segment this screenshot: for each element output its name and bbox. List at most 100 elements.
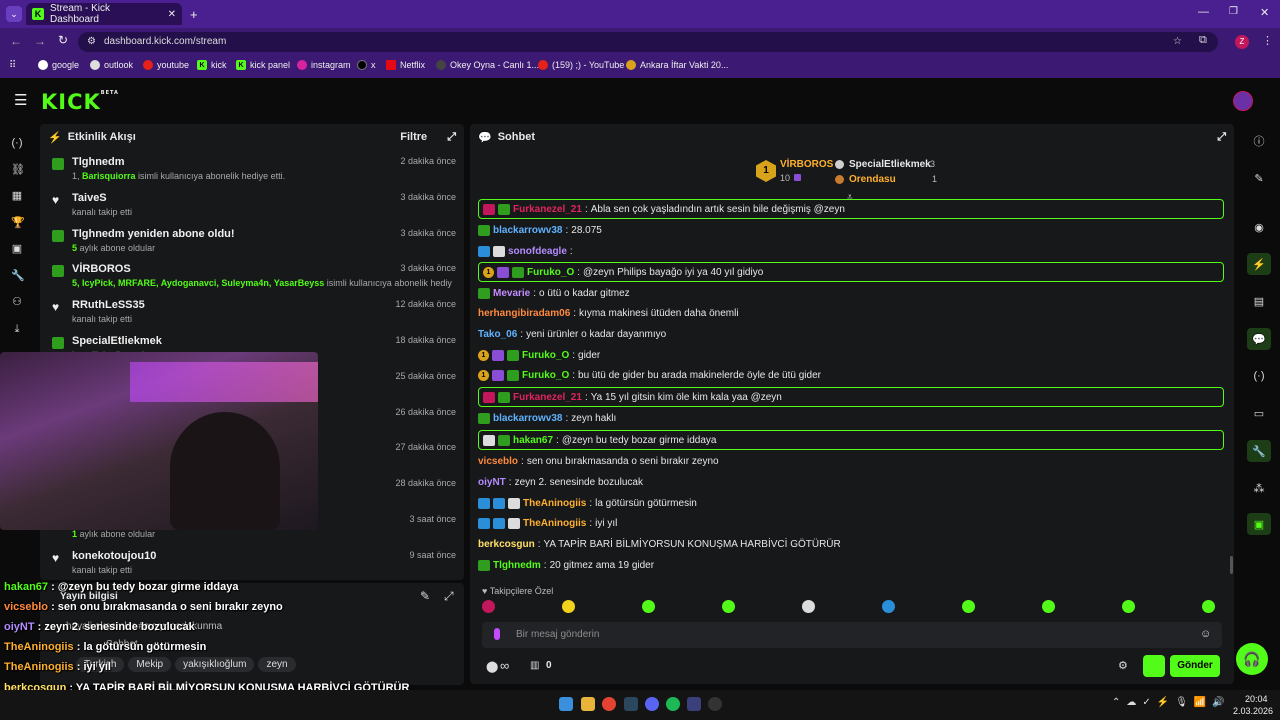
- top-gifter-name[interactable]: VİRBOROS: [780, 159, 833, 170]
- points-icon[interactable]: ⬤: [486, 660, 498, 673]
- activity-event[interactable]: ♥ RRuthLeSS35 kanalı takip etti 12 dakika ö…: [40, 295, 464, 331]
- activity-event[interactable]: Tlghnedm yeniden abone oldu! 5 aylık abon…: [40, 224, 464, 260]
- event-detail-users[interactable]: 5, IcyPick, MRFARE, Aydoganavci, Suleyma…: [72, 278, 324, 288]
- bookmark-outlook[interactable]: outlook: [90, 60, 133, 70]
- chat-username[interactable]: berkcosgun: [478, 539, 535, 550]
- bookmark-google[interactable]: google: [38, 60, 79, 70]
- second-gifter-name[interactable]: SpecialEtliekmek: [849, 159, 931, 170]
- bookmark-instagram[interactable]: instagram: [297, 60, 351, 70]
- maximize-button[interactable]: ❐: [1229, 6, 1238, 17]
- microphone-icon[interactable]: [494, 628, 500, 640]
- hamburger-menu-icon[interactable]: ☰: [14, 91, 27, 109]
- chat-username[interactable]: vicseblo: [478, 456, 518, 467]
- kick-logo[interactable]: KICKBETA: [41, 90, 119, 114]
- document-icon[interactable]: ▤: [1247, 290, 1271, 312]
- tray-icons[interactable]: ⌃☁✓⚡🎙📶🔊: [1112, 697, 1231, 708]
- wrench-icon[interactable]: 🔧: [11, 270, 25, 282]
- reload-icon[interactable]: ↻: [58, 33, 68, 47]
- chat-username[interactable]: Tlghnedm: [493, 560, 541, 571]
- app-extension-icon[interactable]: ▣: [1247, 513, 1271, 535]
- third-gifter-name[interactable]: Orendasu: [849, 174, 896, 185]
- activity-event[interactable]: VİRBOROS 5, IcyPick, MRFARE, Aydoganavci,…: [40, 259, 464, 295]
- upload-icon[interactable]: ⤓: [11, 323, 23, 335]
- edit-icon[interactable]: ✎: [420, 589, 430, 603]
- chat-settings-icon[interactable]: ⚙: [1118, 659, 1128, 672]
- apps-icon[interactable]: ⠿: [9, 60, 16, 71]
- link-icon[interactable]: ⛓: [11, 164, 25, 176]
- info-icon[interactable]: ⓘ: [1247, 130, 1271, 152]
- popout-icon[interactable]: ⤢: [447, 131, 456, 144]
- chat-input[interactable]: Bir mesaj gönderin ☺: [482, 622, 1222, 648]
- obs-icon[interactable]: [708, 697, 722, 711]
- event-user[interactable]: Tlghnedm: [72, 156, 125, 168]
- new-tab-button[interactable]: +: [190, 7, 198, 22]
- bookmark-okey[interactable]: Okey Oyna - Canlı 1...: [436, 60, 539, 70]
- chat-username[interactable]: Furuko_O: [527, 267, 574, 278]
- emote-icon[interactable]: [1202, 600, 1215, 613]
- bookmark-star-icon[interactable]: ☆: [1173, 32, 1182, 52]
- site-info-icon[interactable]: ⚙: [87, 32, 96, 52]
- close-tab-icon[interactable]: ✕: [168, 9, 176, 20]
- emote-icon[interactable]: [802, 600, 815, 613]
- chrome-icon[interactable]: [602, 697, 616, 711]
- chat-scrollbar[interactable]: [1230, 556, 1233, 574]
- address-bar[interactable]: ⚙ dashboard.kick.com/stream ☆: [78, 32, 1218, 52]
- broadcast-icon[interactable]: (·): [11, 137, 23, 149]
- event-user[interactable]: Tlghnedm yeniden abone oldu!: [72, 228, 235, 240]
- chat-username[interactable]: Furuko_O: [522, 370, 569, 381]
- emote-icon[interactable]: [642, 600, 655, 613]
- back-icon[interactable]: ←: [10, 34, 22, 48]
- chat-username[interactable]: Furkanezel_21: [513, 392, 582, 403]
- chat-username[interactable]: Furuko_O: [522, 350, 569, 361]
- send-button[interactable]: Gönder: [1170, 655, 1220, 677]
- tab-search-button[interactable]: ⌄: [6, 6, 22, 22]
- drops-icon[interactable]: ▥: [530, 660, 539, 671]
- chat-username[interactable]: Mevarie: [493, 288, 530, 299]
- extensions-icon[interactable]: ⧉: [1199, 34, 1207, 47]
- chat-username[interactable]: TheAninogiis: [523, 498, 586, 509]
- event-user[interactable]: konekotoujou10: [72, 550, 156, 562]
- chat-username[interactable]: hakan67: [513, 435, 553, 446]
- popout-icon[interactable]: ⤢: [1217, 131, 1226, 144]
- activity-event[interactable]: Tlghnedm 1, Barisquiorra isimli kullanıcı…: [40, 152, 464, 188]
- bookmark-youtube-2[interactable]: (159) ;) - YouTube: [538, 60, 624, 70]
- event-user[interactable]: SpecialEtliekmek: [72, 335, 162, 347]
- activity-event[interactable]: ♥ konekotoujou10 kanalı takip etti 9 saat ö…: [40, 546, 464, 582]
- browser-menu-icon[interactable]: ⋮: [1262, 34, 1273, 47]
- event-user[interactable]: RRuthLeSS35: [72, 299, 145, 311]
- lightning-icon[interactable]: ⚡: [1247, 253, 1271, 275]
- close-window-button[interactable]: ✕: [1260, 6, 1269, 19]
- event-user[interactable]: VİRBOROS: [72, 263, 131, 275]
- support-headset-button[interactable]: 🎧: [1236, 643, 1268, 675]
- wrench-icon[interactable]: 🔧: [1247, 440, 1271, 462]
- chat-username[interactable]: oiyNT: [478, 477, 506, 488]
- filter-button[interactable]: Filtre: [400, 131, 427, 143]
- emote-icon[interactable]: [882, 600, 895, 613]
- community-icon[interactable]: ⚇: [11, 296, 23, 308]
- chat-username[interactable]: blackarrowv38: [493, 225, 563, 236]
- stats-icon[interactable]: ▦: [11, 190, 23, 202]
- bookmark-youtube[interactable]: youtube: [143, 60, 189, 70]
- emoji-icon[interactable]: ☺: [1200, 628, 1211, 640]
- chat-bubble-icon[interactable]: 💬: [1247, 328, 1271, 350]
- bookmark-ankara[interactable]: Ankara İftar Vakti 20...: [626, 60, 728, 70]
- discord-icon[interactable]: [645, 697, 659, 711]
- chat-username[interactable]: herhangibiradam06: [478, 308, 570, 319]
- activity-event[interactable]: ♥ TaiveS kanalı takip etti 3 dakika önce: [40, 188, 464, 224]
- emote-icon[interactable]: [482, 600, 495, 613]
- windows-start-icon[interactable]: [559, 697, 573, 711]
- camera-icon[interactable]: ◉: [1247, 216, 1271, 238]
- event-user[interactable]: TaiveS: [72, 192, 107, 204]
- browser-tab[interactable]: K Stream - Kick Dashboard ✕: [26, 3, 182, 25]
- chat-username[interactable]: TheAninogiis: [523, 518, 586, 529]
- chat-username[interactable]: Furkanezel_21: [513, 204, 582, 215]
- emote-icon[interactable]: [722, 600, 735, 613]
- emote-icon[interactable]: [1122, 600, 1135, 613]
- chat-username[interactable]: sonofdeagle: [508, 246, 567, 257]
- broadcast-icon[interactable]: (·): [1247, 365, 1271, 387]
- file-explorer-icon[interactable]: [581, 697, 595, 711]
- popout-icon[interactable]: ⤢: [444, 589, 454, 604]
- bookmark-kick-panel[interactable]: Kkick panel: [236, 60, 290, 70]
- kick-extension-button[interactable]: [1143, 655, 1165, 677]
- video-icon[interactable]: ▣: [11, 243, 23, 255]
